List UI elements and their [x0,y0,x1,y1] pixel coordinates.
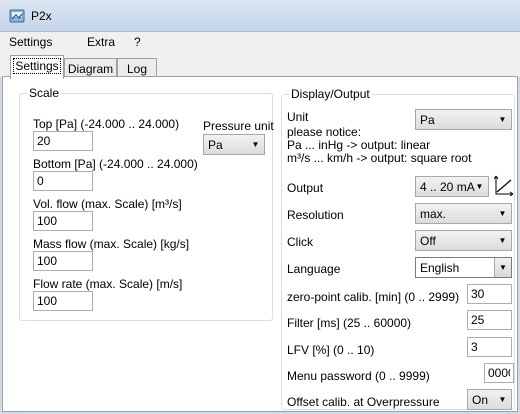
flowrate-label: Flow rate (max. Scale) [m/s] [33,277,183,291]
resolution-label: Resolution [287,208,344,222]
tab-settings[interactable]: Settings [10,55,64,79]
chevron-down-icon: ▼ [498,115,507,124]
chevron-down-icon: ▼ [475,182,484,191]
top-label: Top [Pa] (-24.000 .. 24.000) [33,117,180,131]
volflow-input[interactable] [33,211,93,231]
password-label: Menu password (0 .. 9999) [287,369,430,383]
scale-group-title: Scale [27,86,62,100]
pressure-unit-select[interactable]: Pa ▼ [203,134,265,155]
app-icon [9,9,25,23]
resolution-select[interactable]: max. ▼ [415,203,512,224]
flowrate-input[interactable] [33,291,93,311]
tab-strip: Settings Diagram Log [0,53,520,79]
massflow-label: Mass flow (max. Scale) [kg/s] [33,237,190,251]
language-value: English [420,261,460,275]
zeropoint-input[interactable] [467,284,512,304]
volflow-label: Vol. flow (max. Scale) [m³/s] [33,197,182,211]
offset-select[interactable]: On ▼ [467,389,512,410]
bottom-label: Bottom [Pa] (-24.000 .. 24.000) [33,157,198,171]
menu-settings[interactable]: Settings [9,35,52,49]
click-label: Click [287,235,313,249]
tab-log[interactable]: Log [117,58,157,78]
output-select[interactable]: 4 .. 20 mA ▼ [415,176,489,197]
lfv-label: LFV [%] (0 .. 10) [287,343,375,357]
notice-square-root: m³/s ... km/h -> output: square root [287,151,472,165]
linear-graph-icon [494,175,514,196]
chevron-down-icon: ▼ [498,236,507,245]
language-select[interactable]: English ▼ [415,257,512,278]
menu-extra[interactable]: Extra [87,35,115,49]
filter-input[interactable] [467,310,512,330]
resolution-value: max. [420,207,447,221]
offset-value: On [472,393,489,407]
password-input[interactable] [484,363,514,383]
language-label: Language [287,262,341,276]
massflow-input[interactable] [33,251,93,271]
title-bar: P2x [0,0,520,32]
display-output-group-title: Display/Output [289,87,372,101]
chevron-down-icon: ▼ [498,395,507,404]
window-title: P2x [31,9,52,23]
chevron-down-icon: ▼ [498,209,507,218]
pressure-unit-label: Pressure unit [203,119,274,133]
unit-select[interactable]: Pa ▼ [415,109,512,130]
top-input[interactable] [33,131,93,151]
filter-label: Filter [ms] (25 .. 60000) [287,316,412,330]
offset-label: Offset calib. at Overpressure [287,395,440,409]
scale-group: Scale Top [Pa] (-24.000 .. 24.000) Botto… [19,86,274,321]
output-value: 4 .. 20 mA [420,180,475,194]
lfv-input[interactable] [467,337,512,357]
pressure-unit-value: Pa [208,138,223,152]
click-select[interactable]: Off ▼ [415,230,512,251]
chevron-down-icon: ▼ [251,140,260,149]
click-value: Off [420,234,436,248]
display-output-group: Display/Output Unit Pa ▼ please notice: … [281,87,515,410]
zeropoint-label: zero-point calib. [min] (0 .. 2999) [287,290,460,304]
settings-panel: Scale Top [Pa] (-24.000 .. 24.000) Botto… [2,76,518,412]
unit-value: Pa [420,113,435,127]
bottom-input[interactable] [33,171,93,191]
output-label: Output [287,181,324,195]
menu-bar: Settings Extra ? [0,32,520,53]
unit-label: Unit [287,110,309,124]
menu-help[interactable]: ? [134,35,141,49]
tab-diagram[interactable]: Diagram [64,58,117,78]
chevron-down-icon: ▼ [494,258,511,277]
